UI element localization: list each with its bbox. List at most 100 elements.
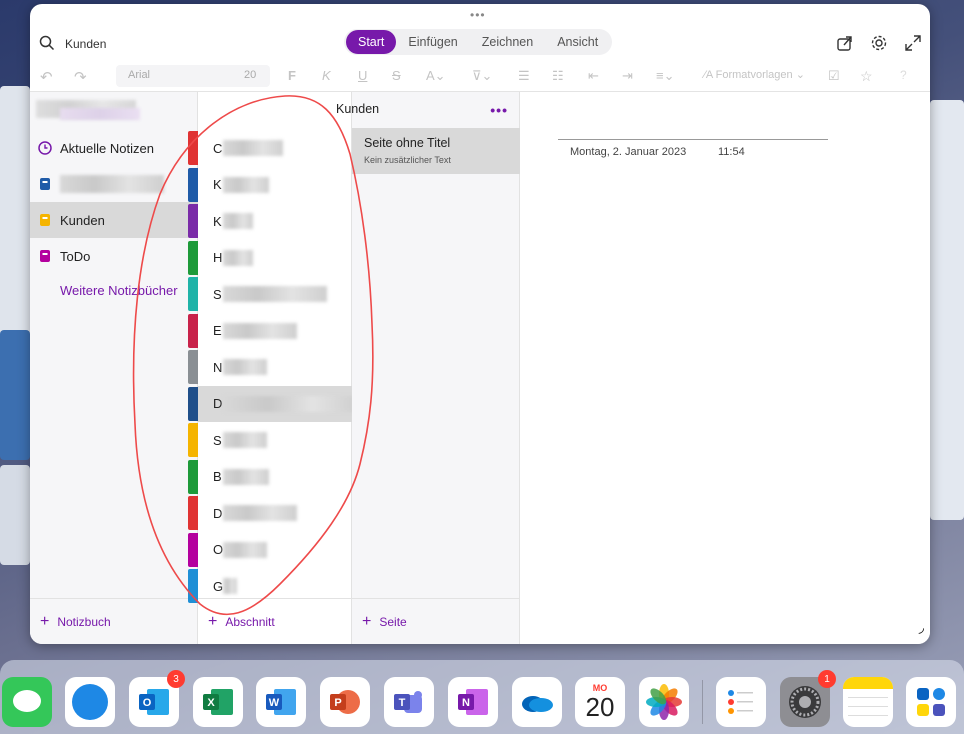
multitask-grip[interactable]: ••• <box>470 8 486 22</box>
section-label: O <box>213 542 224 557</box>
page-item[interactable]: Seite ohne Titel Kein zusätzlicher Text <box>352 128 520 174</box>
section-item[interactable]: E <box>188 313 352 349</box>
note-canvas[interactable]: Montag, 2. Januar 2023 11:54 ◞ <box>520 92 930 644</box>
section-label-blurred <box>223 432 267 448</box>
outlook-app-icon[interactable]: O 3 <box>129 670 185 727</box>
section-item[interactable]: C <box>188 130 352 166</box>
safari-app-icon[interactable] <box>65 677 115 727</box>
section-label-blurred <box>223 359 267 375</box>
help-icon[interactable]: ? <box>900 68 907 82</box>
section-label-blurred <box>223 249 253 266</box>
section-item[interactable]: N <box>188 349 352 385</box>
word-app-icon[interactable]: W <box>256 677 306 727</box>
notebook-item-recent[interactable]: Aktuelle Notizen <box>30 130 198 166</box>
add-notebook-button[interactable]: + Notizbuch <box>30 598 198 644</box>
styles-icon: ⁄A <box>704 69 716 81</box>
add-section-label: Abschnitt <box>225 614 275 629</box>
background-window <box>0 330 30 460</box>
star-icon[interactable]: ☆ <box>860 68 873 85</box>
reminders-app-icon[interactable] <box>716 677 766 727</box>
section-color-tab <box>188 167 198 202</box>
page-title: Seite ohne Titel <box>364 136 451 150</box>
bullet-list-icon[interactable]: ☰ <box>518 68 530 84</box>
share-icon[interactable] <box>836 34 854 52</box>
styles-dropdown[interactable]: ⁄A Formatvorlagen ⌄ <box>704 68 805 81</box>
section-label: E <box>213 323 222 338</box>
tab-ansicht[interactable]: Ansicht <box>545 30 610 54</box>
add-notebook-label: Notizbuch <box>57 614 111 629</box>
undo-icon[interactable]: ↶ <box>40 68 53 86</box>
svg-text:X: X <box>207 697 215 709</box>
italic-icon[interactable]: K <box>322 68 331 83</box>
notes-app-icon[interactable] <box>843 677 893 727</box>
fullscreen-icon[interactable] <box>904 34 922 52</box>
section-item[interactable]: D <box>188 385 357 422</box>
onedrive-app-icon[interactable] <box>512 677 562 727</box>
outlook-badge: 3 <box>167 670 185 688</box>
search-text[interactable]: Kunden <box>65 37 106 51</box>
svg-text:W: W <box>269 697 280 709</box>
add-page-button[interactable]: + Seite <box>352 598 520 644</box>
notebook-icon <box>40 178 50 190</box>
section-item[interactable]: B <box>188 459 352 495</box>
section-item[interactable]: O <box>188 532 352 568</box>
section-item[interactable]: H <box>188 240 352 276</box>
checkbox-icon[interactable]: ☑ <box>828 68 840 84</box>
title-line <box>558 139 828 140</box>
section-label: S <box>213 432 222 448</box>
more-options-icon[interactable]: ••• <box>490 102 508 118</box>
bold-icon[interactable]: F <box>288 68 296 83</box>
strikethrough-icon[interactable]: S <box>392 68 401 83</box>
section-color-tab <box>188 386 198 421</box>
teams-app-icon[interactable]: T <box>384 677 434 727</box>
settings-badge: 1 <box>818 670 836 688</box>
decrease-indent-icon[interactable]: ⇤ <box>588 68 599 84</box>
add-page-label: Seite <box>379 614 407 629</box>
settings-icon[interactable] <box>870 34 888 52</box>
add-section-button[interactable]: + Abschnitt <box>198 598 352 644</box>
font-selector[interactable]: Arial 20 <box>116 65 270 87</box>
section-item[interactable]: K <box>188 203 352 239</box>
more-notebooks-link[interactable]: Weitere Notizbücher <box>60 283 178 298</box>
notebook-item-hidden[interactable] <box>30 166 198 202</box>
section-color-tab <box>188 131 198 165</box>
increase-indent-icon[interactable]: ⇥ <box>622 68 633 84</box>
tab-einfuegen[interactable]: Einfügen <box>396 30 469 54</box>
calendar-app-icon[interactable]: MO 20 <box>575 677 625 727</box>
search-icon[interactable] <box>39 35 55 51</box>
onenote-app-icon[interactable]: N <box>448 677 498 727</box>
font-size[interactable]: 20 <box>244 69 256 81</box>
formatting-toolbar: ↶ ↷ Arial 20 F K U S A⌄ ⊽⌄ ☰ ☷ ⇤ ⇥ ≡⌄ ⁄A… <box>30 62 930 92</box>
notebook-item-todo[interactable]: ToDo <box>30 238 198 274</box>
highlight-icon[interactable]: ⊽⌄ <box>472 68 492 84</box>
app-library-icon[interactable] <box>906 677 956 727</box>
tab-zeichnen[interactable]: Zeichnen <box>470 30 545 54</box>
top-bar: Kunden Start Einfügen Zeichnen Ansicht <box>30 26 930 62</box>
underline-icon[interactable]: U <box>358 68 367 83</box>
section-label: N <box>213 359 223 375</box>
redo-icon[interactable]: ↷ <box>74 68 87 86</box>
notebook-item-kunden[interactable]: Kunden <box>30 202 198 238</box>
numbered-list-icon[interactable]: ☷ <box>552 68 564 84</box>
tab-start[interactable]: Start <box>346 30 397 54</box>
align-icon[interactable]: ≡⌄ <box>656 68 674 84</box>
section-color-tab <box>188 496 198 530</box>
font-color-icon[interactable]: A⌄ <box>426 68 446 84</box>
section-label-blurred <box>223 213 253 229</box>
messages-app-icon[interactable] <box>2 677 52 727</box>
section-label: B <box>213 469 222 484</box>
section-label: S <box>213 286 222 302</box>
powerpoint-app-icon[interactable]: P <box>320 677 370 727</box>
section-label-blurred <box>223 176 269 193</box>
excel-app-icon[interactable]: X <box>193 677 243 727</box>
section-item[interactable]: S <box>188 276 352 312</box>
resize-handle-icon[interactable]: ◞ <box>919 619 924 636</box>
section-item[interactable]: S <box>188 422 352 458</box>
section-item[interactable]: D <box>188 495 352 531</box>
section-item[interactable]: K <box>188 167 352 203</box>
dock: O 3 X W P T N MO 20 1 <box>0 660 964 734</box>
section-title: Kunden <box>336 102 380 116</box>
photos-app-icon[interactable] <box>639 677 689 727</box>
section-color-tab <box>188 277 198 311</box>
settings-app-icon[interactable]: 1 <box>780 670 836 727</box>
